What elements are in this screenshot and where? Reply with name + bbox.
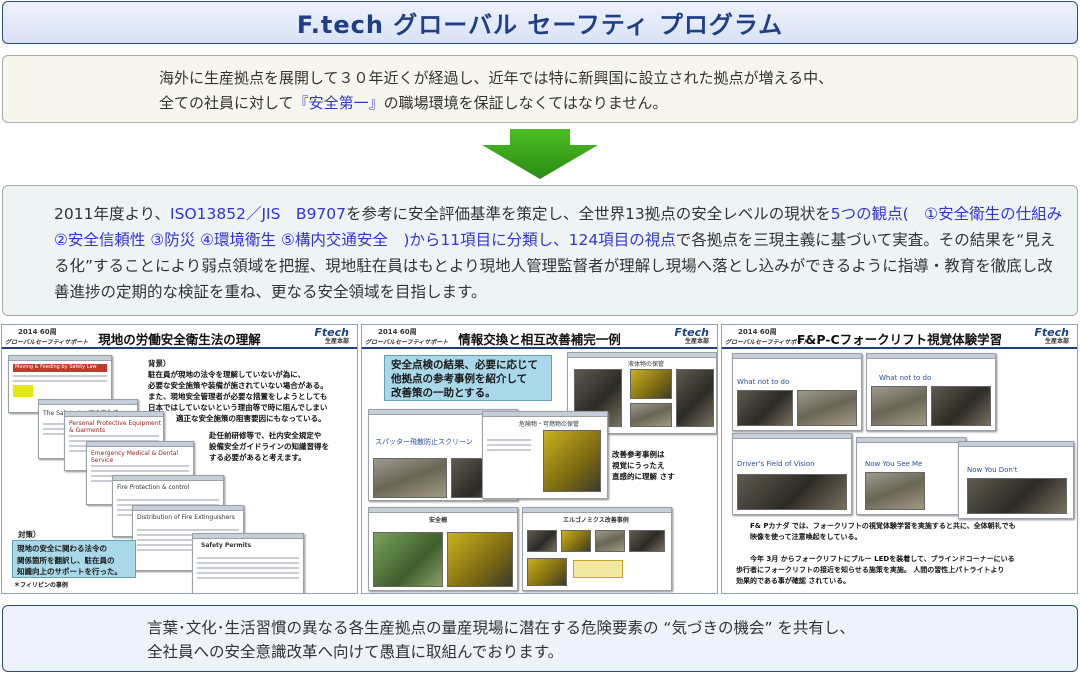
lead-note: 安全点検の結果、必要に応じて 他拠点の参考事例を紹介して 改善策の一助とする。 [384,355,552,401]
panel-forklift: 2014 60周 グローバルセーフティサポート F&P-Cフォークリフト視覚体験… [721,324,1078,594]
panel-title: 現地の労働安全衛生法の理解 [98,332,261,347]
panel-title: F&P-Cフォークリフト視覚体験学習 [796,332,1003,347]
reference-document: エルゴノミクス改善事例 [522,507,672,591]
standard-reference: ISO13852／JIS B9707 [170,205,347,223]
intro-line-1: 海外に生産拠点を展開して３０年近くが経過し、近年では特に新興国に設立された拠点が… [159,69,834,87]
footer-line-1: 言葉･文化･生活習慣の異なる各生産拠点の量産現場に潜在する危険要素の “気づきの… [147,619,855,637]
down-arrow-icon [482,129,598,179]
background-heading: 背景） [148,359,171,368]
panel-header: 2014 60周 グローバルセーフティサポート 現地の労働安全衛生法の理解 Ft… [2,325,357,349]
ftech-logo: Ftech 生産本部 [674,326,709,345]
ftech-logo: Ftech 生産本部 [314,326,349,345]
footer-line-2: 全社員への安全意識改革へ向けて愚直に取組んでおります。 [147,643,564,661]
forklift-text: F& Pカナダ では、フォークリフトの視覚体験学習を実施すると共に、全体朝礼でも… [736,522,1016,585]
doc-label: Distribution of Fire Extinguishers [137,514,235,521]
doc-label: スパッター飛散防止スクリーン [375,438,473,446]
forklift-slide: Now You Don't [958,441,1074,519]
footer-box: 言葉･文化･生活習慣の異なる各生産拠点の量産現場に潜在する危険要素の “気づきの… [2,605,1078,672]
background-text: 駐在員が現地の法令を理解していないが為に、 必要な安全施策や装備が施されていない… [148,370,328,423]
intro-box: 海外に生産拠点を展開して３０年近くが経過し、近年では特に新興国に設立された拠点が… [2,55,1078,123]
doc-label: エルゴノミクス改善事例 [563,517,629,524]
intro-text: 全ての社員に対して [159,94,294,112]
safety-first-highlight: 『安全第一』 [293,94,384,112]
ftech-logo: Ftech 生産本部 [1034,326,1069,345]
page-title: F.tech グローバル セーフティ プログラム [296,11,784,39]
title-bar: F.tech グローバル セーフティ プログラム [2,1,1078,44]
desc-text: を参考に安全評価基準を策定し、全世界13拠点の安全レベルの現状を [346,205,831,223]
slide-label: Now You See Me [865,460,923,468]
intro-line-2: 全ての社員に対して『安全第一』の職場環境を保証しなくてはなりません。 [159,91,1077,116]
doc-label: 危険物・可燃物の保管 [519,421,580,428]
intro-text-end: の職場環境を保証しなくてはなりません。 [383,94,668,112]
philippines-example: ＊フィリピンの事例 [14,582,68,589]
law-document: Safety Permits [192,533,304,593]
forklift-slide: What not to do [866,353,996,431]
panel-header: 2014 60周 グローバルセーフティサポート 情報交換と相互改善補完一例 Ft… [362,325,717,349]
solution-note: 現地の安全に関わる法令の 関係箇所を翻訳し、駐在員の 知識向上のサポートを行った… [12,540,136,578]
reference-document: 安全柵 [368,507,518,591]
five-viewpoints: 5つの観点 [830,205,903,223]
doc-label: 安全柵 [429,517,448,524]
doc-label: Emergency Medical & Dental Service [91,450,179,464]
slide-label: Now You Don't [967,466,1018,474]
panel-header: 2014 60周 グローバルセーフティサポート F&P-Cフォークリフト視覚体験… [722,325,1077,349]
slide-label: What not to do [879,374,932,382]
panel-labor-law: 2014 60周 グローバルセーフティサポート 現地の労働安全衛生法の理解 Ft… [1,324,358,594]
doc-label: Fire Protection & control [117,484,190,491]
desc-text: 2011年度より、 [54,205,171,223]
panel-info-exchange: 2014 60周 グローバルセーフティサポート 情報交換と相互改善補完一例 Ft… [361,324,718,594]
slide-label: What not to do [737,378,790,386]
description-box: 2011年度より、ISO13852／JIS B9707を参考に安全評価基準を策定… [2,185,1078,316]
slide-label: Driver's Field of Vision [737,460,815,468]
right-note: 改善参考事例は 視覚にうったえ 直感的に理解 さす [612,450,675,481]
training-note: 赴任前研修等で、社内安全規定や 設備安全ガイドラインの知識習得を する必要がある… [209,431,329,462]
panel-title: 情報交換と相互改善補完一例 [458,332,621,347]
forklift-slide: Now You See Me [856,437,966,515]
forklift-slide: What not to do [732,353,862,431]
reference-document: 危険物・可燃物の保管 [482,411,608,499]
doc-label: Moving & Feeding by Safety Law [13,364,107,372]
doc-label: Safety Permits [201,542,252,549]
solution-heading: 対策） [18,530,41,539]
forklift-slide: Driver's Field of Vision [732,433,852,515]
doc-label-storage: 液体物の保管 [628,361,665,368]
